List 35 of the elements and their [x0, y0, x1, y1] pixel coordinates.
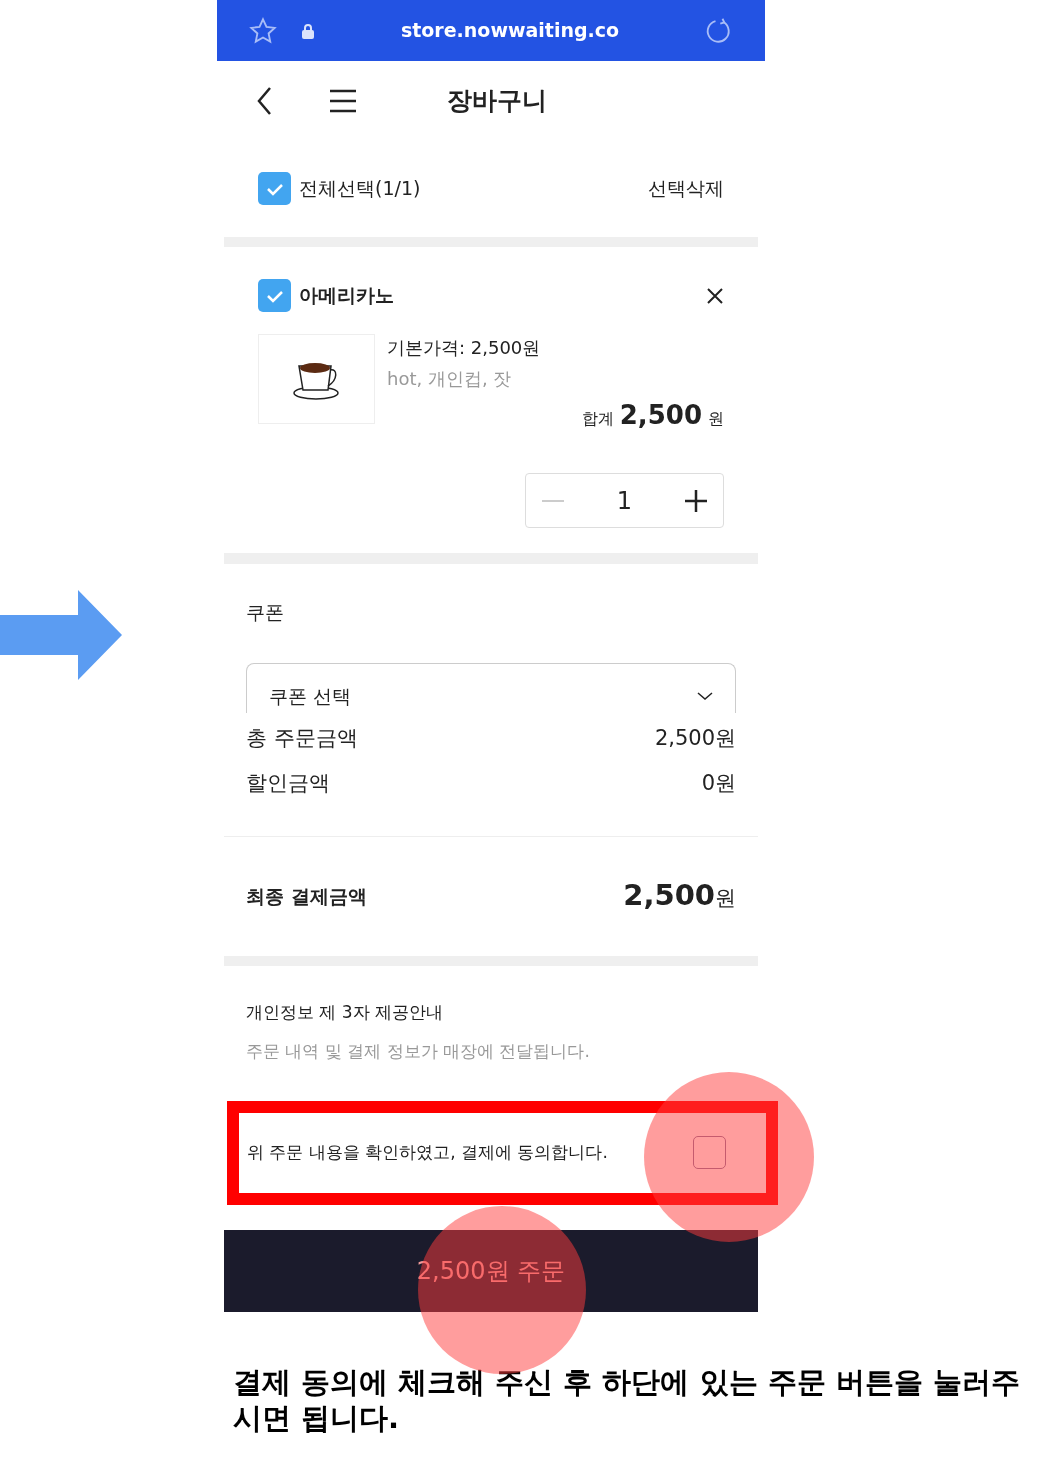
item-options: hot, 개인컵, 잣	[387, 365, 724, 392]
reload-icon[interactable]	[705, 16, 733, 45]
coupon-heading: 쿠폰	[246, 600, 285, 625]
summary-label: 할인금액	[246, 770, 330, 798]
chevron-down-icon	[697, 692, 713, 700]
select-all-label[interactable]: 전체선택(1/1)	[299, 174, 648, 203]
arrow-icon	[0, 590, 122, 680]
summary-label: 총 주문금액	[246, 725, 358, 753]
checkbox[interactable]	[258, 172, 291, 205]
privacy-text: 주문 내역 및 결제 정보가 매장에 전달됩니다.	[246, 1040, 591, 1063]
agreement-checkbox[interactable]	[693, 1136, 726, 1169]
privacy-title: 개인정보 제 3자 제공안내	[246, 1000, 445, 1024]
page-title: 장바구니	[447, 84, 547, 117]
final-label: 최종 결제금액	[246, 883, 367, 909]
summary-value: 0원	[701, 770, 736, 798]
summary-value: 2,500원	[654, 725, 736, 753]
final-unit: 원	[715, 885, 736, 913]
plus-icon[interactable]	[685, 489, 707, 512]
final-amount: 2,500	[623, 877, 715, 915]
close-icon[interactable]	[706, 286, 724, 305]
lock-icon	[301, 22, 315, 39]
total-label: 합계	[581, 408, 614, 430]
base-price: 기본가격: 2,500원	[387, 336, 542, 360]
total-amount: 2,500	[619, 399, 702, 432]
star-icon[interactable]	[249, 16, 277, 45]
url-text[interactable]: store.nowwaiting.co	[339, 16, 681, 45]
item-name: 아메리카노	[299, 283, 395, 309]
delete-selected-link[interactable]: 선택삭제	[648, 174, 724, 203]
menu-icon[interactable]	[329, 88, 357, 113]
coupon-select[interactable]: 쿠폰 선택	[246, 662, 736, 713]
quantity-value: 1	[616, 485, 633, 517]
checkbox[interactable]	[258, 279, 291, 312]
instruction-caption: 결제 동의에 체크해 주신 후 하단에 있는 주문 버튼을 눌러주시면 됩니다.	[233, 1363, 1021, 1436]
agreement-label: 위 주문 내용을 확인하였고, 결제에 동의합니다.	[247, 1140, 609, 1164]
currency-unit: 원	[708, 408, 724, 430]
